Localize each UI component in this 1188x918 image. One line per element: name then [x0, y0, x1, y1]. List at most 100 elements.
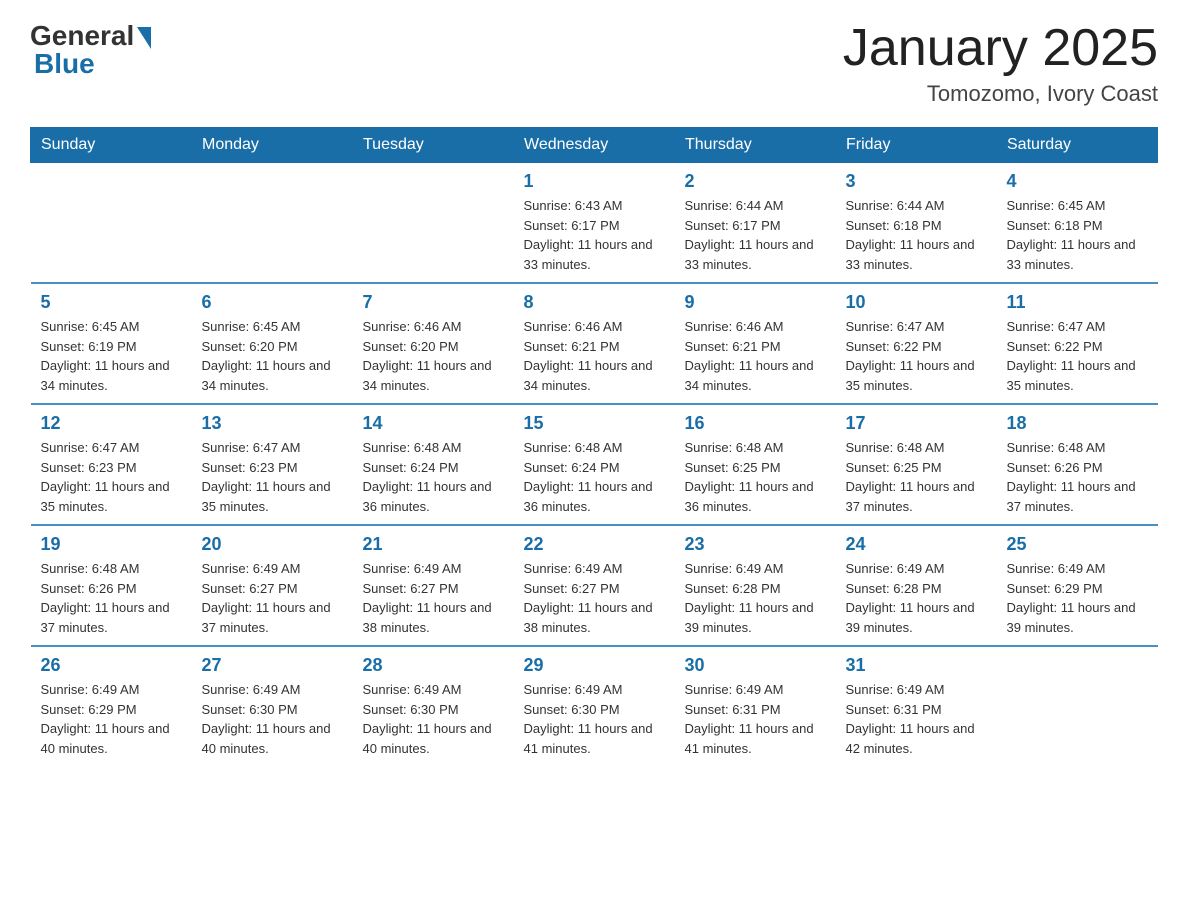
day-number: 31: [846, 655, 987, 676]
day-info: Sunrise: 6:44 AMSunset: 6:18 PMDaylight:…: [846, 196, 987, 274]
calendar-cell: 23 Sunrise: 6:49 AMSunset: 6:28 PMDayligh…: [675, 525, 836, 646]
calendar-cell: 24Sunrise: 6:49 AMSunset: 6:28 PMDayligh…: [836, 525, 997, 646]
day-number: 29: [524, 655, 665, 676]
day-info: Sunrise: 6:47 AMSunset: 6:23 PMDaylight:…: [41, 438, 182, 516]
day-info: Sunrise: 6:47 AMSunset: 6:23 PMDaylight:…: [202, 438, 343, 516]
header-day-sunday: Sunday: [31, 128, 192, 163]
calendar-cell: 14 Sunrise: 6:48 AMSunset: 6:24 PMDayligh…: [353, 404, 514, 525]
day-number: 4: [1007, 171, 1148, 192]
header-day-monday: Monday: [192, 128, 353, 163]
day-number: 20: [202, 534, 343, 555]
calendar-cell: 26Sunrise: 6:49 AMSunset: 6:29 PMDayligh…: [31, 646, 192, 766]
calendar-cell: 21 Sunrise: 6:49 AMSunset: 6:27 PMDayligh…: [353, 525, 514, 646]
calendar-cell: 16 Sunrise: 6:48 AMSunset: 6:25 PMDayligh…: [675, 404, 836, 525]
day-number: 8: [524, 292, 665, 313]
calendar-cell: 11Sunrise: 6:47 AMSunset: 6:22 PMDayligh…: [997, 283, 1158, 404]
day-info: Sunrise: 6:49 AMSunset: 6:28 PMDaylight:…: [846, 559, 987, 637]
day-number: 23: [685, 534, 826, 555]
day-info: Sunrise: 6:49 AMSunset: 6:27 PMDaylight:…: [524, 559, 665, 637]
calendar-cell: 2 Sunrise: 6:44 AMSunset: 6:17 PMDaylight…: [675, 163, 836, 284]
day-number: 9: [685, 292, 826, 313]
day-number: 12: [41, 413, 182, 434]
calendar-cell: [31, 163, 192, 284]
day-info: Sunrise: 6:49 AMSunset: 6:29 PMDaylight:…: [41, 680, 182, 758]
calendar-table: SundayMondayTuesdayWednesdayThursdayFrid…: [30, 127, 1158, 766]
day-info: Sunrise: 6:48 AMSunset: 6:25 PMDaylight:…: [685, 438, 826, 516]
day-number: 1: [524, 171, 665, 192]
day-number: 13: [202, 413, 343, 434]
day-info: Sunrise: 6:46 AMSunset: 6:20 PMDaylight:…: [363, 317, 504, 395]
calendar-cell: [353, 163, 514, 284]
calendar-cell: 22 Sunrise: 6:49 AMSunset: 6:27 PMDayligh…: [514, 525, 675, 646]
day-info: Sunrise: 6:46 AMSunset: 6:21 PMDaylight:…: [685, 317, 826, 395]
calendar-week-row: 26Sunrise: 6:49 AMSunset: 6:29 PMDayligh…: [31, 646, 1158, 766]
day-info: Sunrise: 6:48 AMSunset: 6:26 PMDaylight:…: [1007, 438, 1148, 516]
day-info: Sunrise: 6:49 AMSunset: 6:28 PMDaylight:…: [685, 559, 826, 637]
day-info: Sunrise: 6:49 AMSunset: 6:30 PMDaylight:…: [524, 680, 665, 758]
day-info: Sunrise: 6:45 AMSunset: 6:18 PMDaylight:…: [1007, 196, 1148, 274]
calendar-week-row: 19 Sunrise: 6:48 AMSunset: 6:26 PMDayligh…: [31, 525, 1158, 646]
calendar-week-row: 1 Sunrise: 6:43 AMSunset: 6:17 PMDaylight…: [31, 163, 1158, 284]
day-info: Sunrise: 6:48 AMSunset: 6:25 PMDaylight:…: [846, 438, 987, 516]
calendar-cell: 8 Sunrise: 6:46 AMSunset: 6:21 PMDaylight…: [514, 283, 675, 404]
day-number: 25: [1007, 534, 1148, 555]
calendar-cell: 29 Sunrise: 6:49 AMSunset: 6:30 PMDayligh…: [514, 646, 675, 766]
day-info: Sunrise: 6:49 AMSunset: 6:27 PMDaylight:…: [363, 559, 504, 637]
day-number: 28: [363, 655, 504, 676]
calendar-cell: 18 Sunrise: 6:48 AMSunset: 6:26 PMDayligh…: [997, 404, 1158, 525]
calendar-cell: 15Sunrise: 6:48 AMSunset: 6:24 PMDayligh…: [514, 404, 675, 525]
day-info: Sunrise: 6:47 AMSunset: 6:22 PMDaylight:…: [846, 317, 987, 395]
day-info: Sunrise: 6:46 AMSunset: 6:21 PMDaylight:…: [524, 317, 665, 395]
calendar-cell: 20 Sunrise: 6:49 AMSunset: 6:27 PMDayligh…: [192, 525, 353, 646]
day-info: Sunrise: 6:48 AMSunset: 6:24 PMDaylight:…: [524, 438, 665, 516]
calendar-header-row: SundayMondayTuesdayWednesdayThursdayFrid…: [31, 128, 1158, 163]
day-info: Sunrise: 6:47 AMSunset: 6:22 PMDaylight:…: [1007, 317, 1148, 395]
calendar-cell: 7Sunrise: 6:46 AMSunset: 6:20 PMDaylight…: [353, 283, 514, 404]
calendar-cell: 13 Sunrise: 6:47 AMSunset: 6:23 PMDayligh…: [192, 404, 353, 525]
calendar-cell: 27 Sunrise: 6:49 AMSunset: 6:30 PMDayligh…: [192, 646, 353, 766]
day-info: Sunrise: 6:48 AMSunset: 6:24 PMDaylight:…: [363, 438, 504, 516]
day-number: 14: [363, 413, 504, 434]
day-number: 17: [846, 413, 987, 434]
logo-arrow-icon: [137, 27, 151, 49]
day-info: Sunrise: 6:48 AMSunset: 6:26 PMDaylight:…: [41, 559, 182, 637]
logo: General Blue: [30, 20, 151, 80]
day-number: 2: [685, 171, 826, 192]
page-header: General Blue January 2025 Tomozomo, Ivor…: [30, 20, 1158, 107]
calendar-cell: 3Sunrise: 6:44 AMSunset: 6:18 PMDaylight…: [836, 163, 997, 284]
header-day-saturday: Saturday: [997, 128, 1158, 163]
location: Tomozomo, Ivory Coast: [843, 81, 1158, 107]
day-number: 5: [41, 292, 182, 313]
calendar-cell: 1 Sunrise: 6:43 AMSunset: 6:17 PMDaylight…: [514, 163, 675, 284]
day-info: Sunrise: 6:43 AMSunset: 6:17 PMDaylight:…: [524, 196, 665, 274]
day-number: 22: [524, 534, 665, 555]
day-info: Sunrise: 6:45 AMSunset: 6:20 PMDaylight:…: [202, 317, 343, 395]
day-info: Sunrise: 6:49 AMSunset: 6:27 PMDaylight:…: [202, 559, 343, 637]
calendar-cell: 28 Sunrise: 6:49 AMSunset: 6:30 PMDayligh…: [353, 646, 514, 766]
day-info: Sunrise: 6:49 AMSunset: 6:31 PMDaylight:…: [846, 680, 987, 758]
calendar-cell: [192, 163, 353, 284]
day-info: Sunrise: 6:45 AMSunset: 6:19 PMDaylight:…: [41, 317, 182, 395]
header-day-thursday: Thursday: [675, 128, 836, 163]
calendar-cell: 12 Sunrise: 6:47 AMSunset: 6:23 PMDayligh…: [31, 404, 192, 525]
calendar-cell: 4 Sunrise: 6:45 AMSunset: 6:18 PMDaylight…: [997, 163, 1158, 284]
calendar-cell: 5 Sunrise: 6:45 AMSunset: 6:19 PMDaylight…: [31, 283, 192, 404]
day-number: 18: [1007, 413, 1148, 434]
calendar-cell: 6 Sunrise: 6:45 AMSunset: 6:20 PMDaylight…: [192, 283, 353, 404]
calendar-cell: 30Sunrise: 6:49 AMSunset: 6:31 PMDayligh…: [675, 646, 836, 766]
day-number: 21: [363, 534, 504, 555]
header-day-tuesday: Tuesday: [353, 128, 514, 163]
title-block: January 2025 Tomozomo, Ivory Coast: [843, 20, 1158, 107]
day-number: 16: [685, 413, 826, 434]
calendar-cell: 19 Sunrise: 6:48 AMSunset: 6:26 PMDayligh…: [31, 525, 192, 646]
day-info: Sunrise: 6:44 AMSunset: 6:17 PMDaylight:…: [685, 196, 826, 274]
day-number: 19: [41, 534, 182, 555]
day-number: 10: [846, 292, 987, 313]
calendar-cell: 31 Sunrise: 6:49 AMSunset: 6:31 PMDayligh…: [836, 646, 997, 766]
day-info: Sunrise: 6:49 AMSunset: 6:30 PMDaylight:…: [202, 680, 343, 758]
day-number: 6: [202, 292, 343, 313]
day-info: Sunrise: 6:49 AMSunset: 6:30 PMDaylight:…: [363, 680, 504, 758]
day-number: 27: [202, 655, 343, 676]
calendar-week-row: 12 Sunrise: 6:47 AMSunset: 6:23 PMDayligh…: [31, 404, 1158, 525]
calendar-cell: 10 Sunrise: 6:47 AMSunset: 6:22 PMDayligh…: [836, 283, 997, 404]
